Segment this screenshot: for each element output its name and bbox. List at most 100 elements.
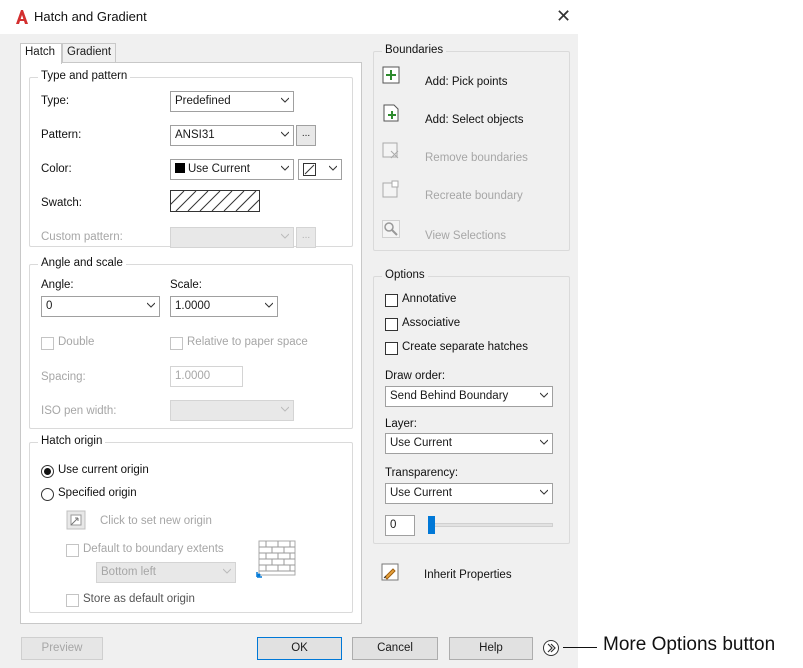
- relative-to-paper-space-label: Relative to paper space: [187, 336, 308, 348]
- transparency-label: Transparency:: [385, 467, 459, 479]
- transparency-slider-thumb[interactable]: [428, 516, 435, 534]
- title-bar: Hatch and Gradient ✕: [0, 0, 578, 34]
- type-value: Predefined: [175, 95, 231, 107]
- type-dropdown[interactable]: Predefined: [170, 91, 294, 112]
- chevron-down-icon: [281, 165, 289, 171]
- spacing-input[interactable]: 1.0000: [170, 366, 243, 387]
- store-as-default-origin-checkbox[interactable]: [66, 594, 79, 607]
- custom-pattern-dropdown[interactable]: [170, 227, 294, 248]
- remove-boundaries-button[interactable]: Remove boundaries: [382, 142, 567, 164]
- create-separate-hatches-checkbox[interactable]: [385, 342, 398, 355]
- iso-pen-width-label: ISO pen width:: [41, 405, 117, 417]
- chevron-down-icon: [281, 131, 289, 137]
- type-and-pattern-group: Type and pattern Type: Predefined Patter…: [29, 70, 353, 248]
- iso-pen-width-dropdown[interactable]: [170, 400, 294, 421]
- chevron-down-icon: [281, 233, 289, 239]
- type-and-pattern-title: Type and pattern: [38, 70, 131, 82]
- angle-dropdown[interactable]: 0: [41, 296, 160, 317]
- boundaries-title: Boundaries: [382, 44, 447, 56]
- chevron-down-icon: [281, 97, 289, 103]
- more-options-icon[interactable]: [542, 639, 560, 657]
- hatch-tab-panel: Type and pattern Type: Predefined Patter…: [20, 62, 362, 624]
- recreate-boundary-label: Recreate boundary: [425, 190, 523, 202]
- add-pick-points-button[interactable]: Add: Pick points: [382, 66, 567, 88]
- specified-origin-label: Specified origin: [58, 487, 137, 499]
- use-current-origin-label: Use current origin: [58, 464, 149, 476]
- transparency-slider-track[interactable]: [429, 523, 553, 527]
- options-group: Options Annotative Associative Create se…: [373, 269, 570, 544]
- annotative-checkbox[interactable]: [385, 294, 398, 307]
- pick-points-icon: [382, 66, 400, 84]
- default-to-boundary-extents-checkbox[interactable]: [66, 544, 79, 557]
- pattern-dropdown[interactable]: ANSI31: [170, 125, 294, 146]
- no-fill-color-icon: [303, 163, 316, 176]
- type-label: Type:: [41, 95, 70, 107]
- add-select-objects-button[interactable]: Add: Select objects: [382, 104, 567, 126]
- help-button[interactable]: Help: [449, 637, 533, 660]
- preview-button[interactable]: Preview: [21, 637, 103, 660]
- hatch-gradient-dialog: Hatch and Gradient ✕ Hatch Gradient Type…: [0, 0, 578, 668]
- background-color-dropdown[interactable]: [298, 159, 342, 180]
- boundary-extents-dropdown[interactable]: Bottom left: [96, 562, 236, 583]
- tab-gradient[interactable]: Gradient: [62, 43, 116, 63]
- scale-value: 1.0000: [175, 300, 211, 312]
- color-value: Use Current: [188, 163, 250, 175]
- draw-order-dropdown[interactable]: Send Behind Boundary: [385, 386, 553, 407]
- spacing-label: Spacing:: [41, 371, 86, 383]
- transparency-dropdown[interactable]: Use Current: [385, 483, 553, 504]
- default-to-boundary-extents-label: Default to boundary extents: [83, 543, 224, 555]
- angle-and-scale-title: Angle and scale: [38, 257, 126, 269]
- ok-button[interactable]: OK: [257, 637, 342, 660]
- recreate-boundary-icon: [382, 180, 399, 198]
- transparency-amount-value: 0: [390, 519, 397, 531]
- annotative-label: Annotative: [402, 293, 457, 305]
- tab-hatch-label: Hatch: [25, 46, 56, 58]
- autocad-logo-icon: [16, 10, 28, 24]
- remove-boundaries-label: Remove boundaries: [425, 152, 528, 164]
- close-button[interactable]: ✕: [556, 6, 571, 26]
- angle-value: 0: [46, 300, 53, 312]
- associative-checkbox[interactable]: [385, 318, 398, 331]
- chevron-down-icon: [540, 439, 548, 445]
- click-to-set-origin-label: Click to set new origin: [100, 515, 212, 527]
- layer-dropdown[interactable]: Use Current: [385, 433, 553, 454]
- store-as-default-origin-label: Store as default origin: [83, 593, 195, 605]
- scale-dropdown[interactable]: 1.0000: [170, 296, 278, 317]
- more-options-callout: More Options button: [603, 634, 776, 655]
- remove-boundaries-icon: [382, 142, 399, 159]
- swatch-label: Swatch:: [41, 197, 82, 209]
- color-swatch-square: [175, 163, 185, 173]
- brick-pattern-preview-icon: [256, 540, 296, 578]
- transparency-amount-input[interactable]: 0: [385, 515, 415, 536]
- relative-to-paper-space-checkbox[interactable]: [170, 337, 183, 350]
- boundary-extents-value: Bottom left: [101, 566, 156, 578]
- specified-origin-radio[interactable]: [41, 488, 54, 501]
- options-title: Options: [382, 269, 428, 281]
- chevron-down-icon: [147, 302, 155, 308]
- pattern-value: ANSI31: [175, 129, 215, 141]
- pattern-label: Pattern:: [41, 129, 82, 141]
- view-selections-label: View Selections: [425, 230, 506, 242]
- use-current-origin-radio[interactable]: [41, 465, 54, 478]
- view-selections-button[interactable]: View Selections: [382, 220, 567, 242]
- cancel-button[interactable]: Cancel: [352, 637, 438, 660]
- layer-value: Use Current: [390, 437, 452, 449]
- custom-pattern-browse-button[interactable]: ...: [296, 227, 316, 248]
- recreate-boundary-button[interactable]: Recreate boundary: [382, 180, 567, 202]
- inherit-properties-button[interactable]: Inherit Properties: [381, 563, 561, 585]
- chevron-down-icon: [329, 165, 337, 171]
- angle-label: Angle:: [41, 279, 74, 291]
- chevron-down-icon: [540, 489, 548, 495]
- double-checkbox[interactable]: [41, 337, 54, 350]
- callout-line: [563, 647, 597, 648]
- set-origin-icon[interactable]: [66, 510, 86, 530]
- pattern-browse-button[interactable]: ...: [296, 125, 316, 146]
- associative-label: Associative: [402, 317, 461, 329]
- chevron-down-icon: [223, 568, 231, 574]
- magnifier-icon: [382, 220, 400, 238]
- chevron-down-icon: [281, 406, 289, 412]
- draw-order-label: Draw order:: [385, 370, 446, 382]
- tab-hatch[interactable]: Hatch: [20, 43, 62, 64]
- hatch-swatch-preview[interactable]: [170, 190, 260, 212]
- color-dropdown[interactable]: Use Current: [170, 159, 294, 180]
